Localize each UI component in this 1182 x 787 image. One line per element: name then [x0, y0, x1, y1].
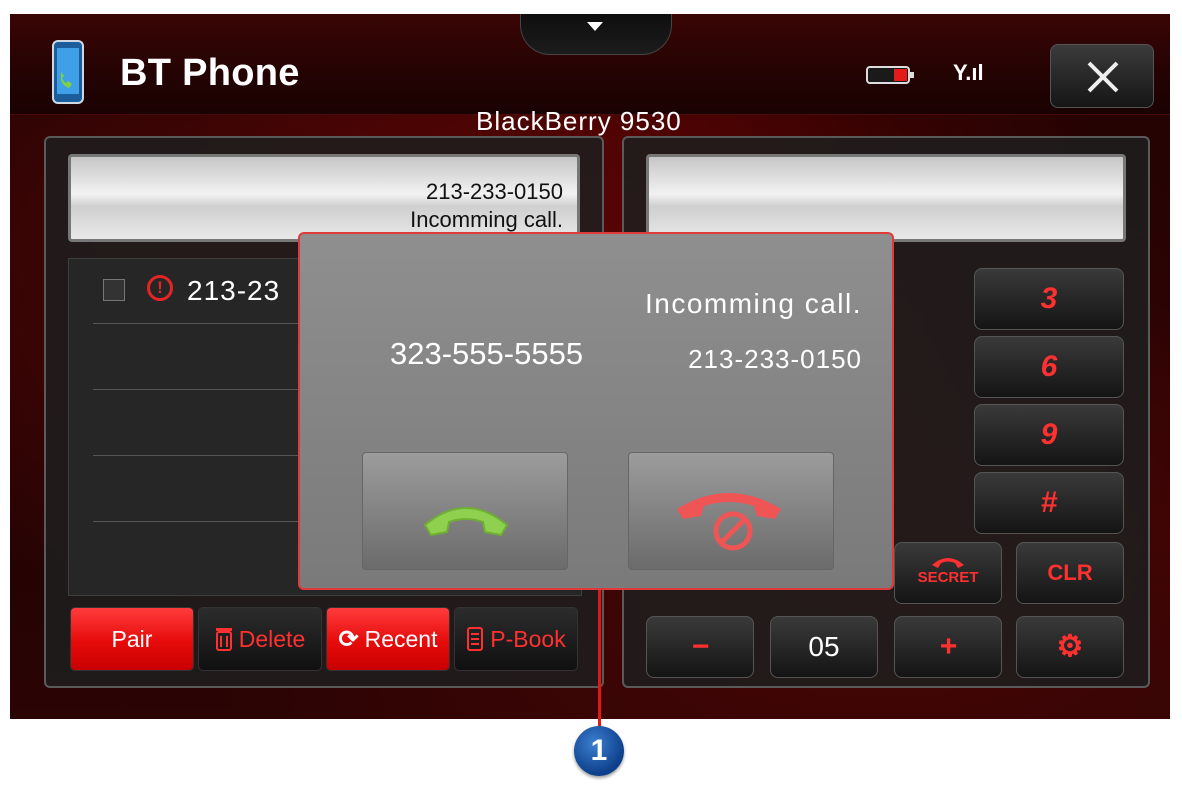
caller-number: 323-555-5555 — [390, 336, 584, 371]
volume-up-button[interactable]: + — [894, 616, 1002, 678]
trash-icon — [215, 628, 232, 651]
chevron-down-icon — [587, 22, 603, 31]
accept-call-button[interactable] — [362, 452, 568, 570]
dial-display — [646, 154, 1126, 242]
call-display: 213-233-0150 Incomming call. — [68, 154, 580, 242]
volume-down-button[interactable]: − — [646, 616, 754, 678]
page-title: BT Phone — [120, 52, 300, 94]
settings-button[interactable]: ⚙ — [1016, 616, 1124, 678]
volume-value: 05 — [770, 616, 878, 678]
battery-icon — [866, 66, 914, 84]
handset-icon — [932, 558, 964, 568]
callout-line — [598, 590, 601, 730]
list-item-checkbox[interactable] — [103, 279, 125, 301]
missed-call-alert-icon: ! — [147, 275, 173, 301]
book-icon — [467, 627, 484, 651]
key-9[interactable]: 9 — [974, 404, 1124, 466]
recent-button[interactable]: ⟳ Recent — [326, 607, 450, 671]
pair-button[interactable]: Pair — [70, 607, 194, 671]
pair-label: Pair — [111, 625, 153, 652]
display-status: Incomming call. — [410, 207, 563, 232]
key-3[interactable]: 3 — [974, 268, 1124, 330]
dialog-status: Incomming call. — [644, 288, 862, 319]
clear-button[interactable]: CLR — [1016, 542, 1124, 604]
top-bar: BT Phone Y.ıl — [10, 14, 1170, 115]
phonebook-button[interactable]: P-Book — [454, 607, 578, 671]
refresh-icon: ⟳ — [338, 625, 359, 653]
phone-app-icon — [52, 40, 84, 104]
signal-icon: Y.ıl — [953, 60, 984, 85]
reject-call-icon — [677, 493, 781, 551]
device-number: 213-233-0150 — [688, 344, 862, 374]
device-name: BlackBerry 9530 — [476, 106, 682, 136]
reject-call-button[interactable] — [628, 452, 834, 570]
close-button[interactable] — [1050, 44, 1154, 108]
gear-icon: ⚙ — [1056, 630, 1084, 663]
secret-label: SECRET — [917, 569, 979, 586]
secret-button[interactable]: SECRET — [894, 542, 1002, 604]
accept-call-icon — [423, 507, 509, 537]
delete-label: Delete — [238, 625, 306, 652]
phonebook-label: P-Book — [490, 625, 566, 652]
pull-down-tab[interactable] — [520, 14, 672, 55]
key-6[interactable]: 6 — [974, 336, 1124, 398]
delete-button[interactable]: Delete — [198, 607, 322, 671]
close-icon — [1087, 61, 1119, 93]
key-hash[interactable]: # — [974, 472, 1124, 534]
callout-badge: 1 — [574, 726, 624, 776]
incoming-call-dialog: Incomming call. 323-555-5555 213-233-015… — [298, 232, 894, 590]
recent-label: Recent — [364, 625, 438, 652]
display-number: 213-233-0150 — [425, 179, 563, 204]
list-item-number: 213-23 — [187, 275, 281, 306]
